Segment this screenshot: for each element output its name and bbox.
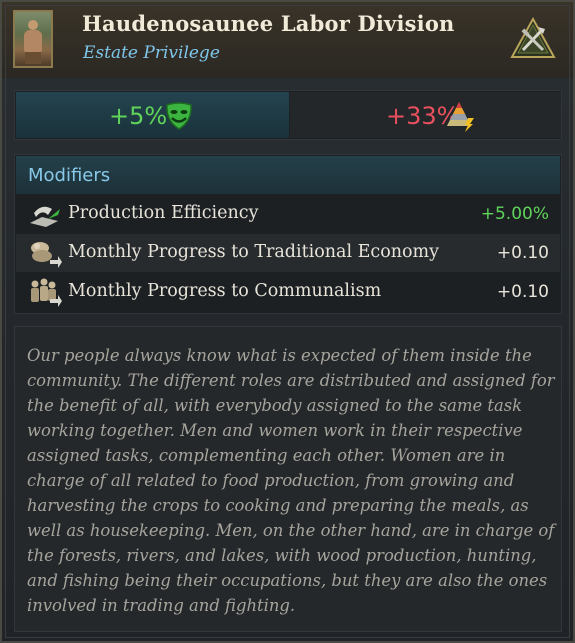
satisfaction-stat[interactable]: +5%	[16, 92, 289, 138]
privilege-type: Estate Privilege	[83, 43, 220, 63]
modifier-row[interactable]: Monthly Progress to Traditional Economy …	[16, 234, 560, 272]
native-worker-portrait-icon	[13, 10, 53, 68]
traditional-economy-icon	[31, 242, 62, 268]
satisfaction-value: +5%	[109, 102, 168, 130]
modifier-label: Monthly Progress to Communalism	[68, 281, 382, 301]
estate-power-pyramid-icon	[447, 102, 474, 132]
modifiers-panel: Modifiers Production Efficiency +5.00% M…	[14, 154, 562, 314]
modifiers-heading: Modifiers	[28, 165, 111, 186]
flavor-text-panel: Our people always know what is expected …	[14, 326, 562, 632]
production-efficiency-icon	[30, 206, 60, 227]
power-stat[interactable]: +33%	[290, 92, 561, 138]
green-mask-icon	[166, 102, 192, 130]
modifier-label: Monthly Progress to Traditional Economy	[68, 242, 440, 262]
modifier-value: +0.10	[496, 243, 549, 263]
modifier-label: Production Efficiency	[68, 203, 259, 223]
tooltip-header: Haudenosaunee Labor Division Estate Priv…	[2, 2, 573, 78]
modifier-value: +0.10	[496, 282, 549, 302]
flavor-text: Our people always know what is expected …	[27, 346, 555, 615]
modifier-row[interactable]: Monthly Progress to Communalism +0.10	[16, 273, 560, 311]
modifier-value: +5.00%	[480, 204, 549, 224]
modifier-row[interactable]: Production Efficiency +5.00%	[16, 195, 560, 233]
privilege-title: Haudenosaunee Labor Division	[82, 11, 455, 36]
modifiers-header: Modifiers	[16, 156, 560, 194]
crossed-tools-estate-icon	[510, 17, 556, 58]
privilege-tooltip: Haudenosaunee Labor Division Estate Priv…	[0, 0, 575, 643]
estate-stat-bar: +5% +33%	[14, 90, 562, 140]
communalism-icon	[31, 278, 62, 307]
